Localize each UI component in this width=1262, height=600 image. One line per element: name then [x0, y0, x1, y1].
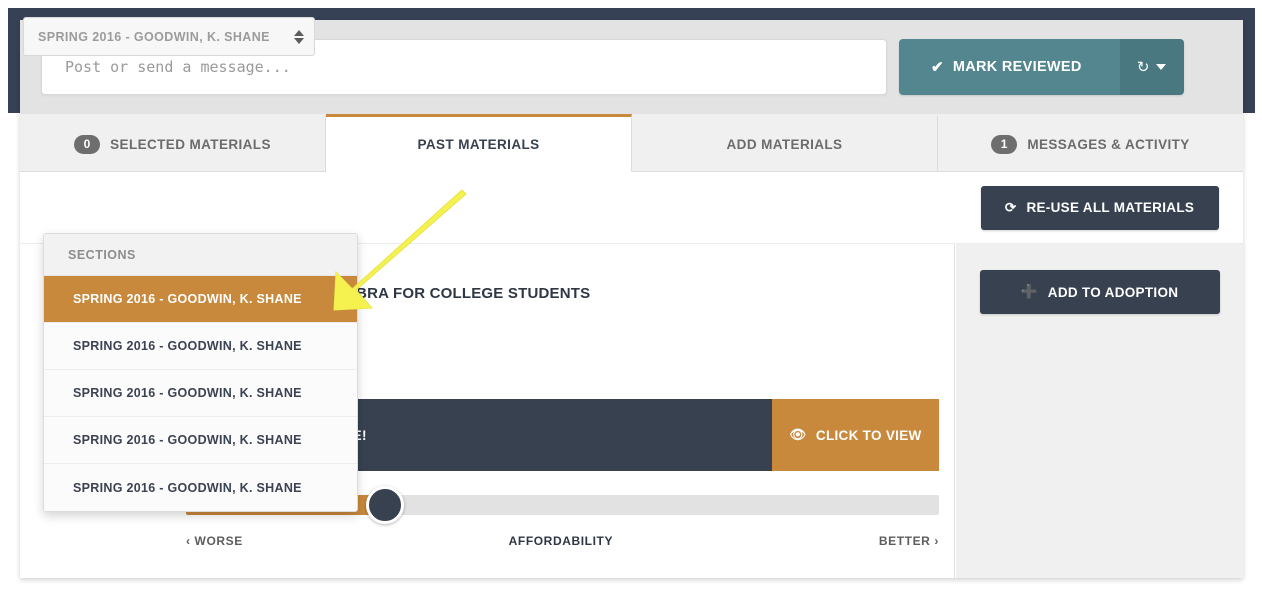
- right-panel-body: ➕ ADD TO ADOPTION: [956, 244, 1243, 578]
- tab-bar: 0 SELECTED MATERIALS PAST MATERIALS ADD …: [20, 114, 1243, 172]
- section-option-2[interactable]: SPRING 2016 - GOODWIN, K. SHANE: [44, 370, 357, 417]
- reuse-all-label: RE-USE ALL MATERIALS: [1026, 200, 1195, 215]
- tab-badge: 1: [991, 134, 1018, 154]
- section-option-1[interactable]: SPRING 2016 - GOODWIN, K. SHANE: [44, 323, 357, 370]
- add-to-adoption-button[interactable]: ➕ ADD TO ADOPTION: [979, 270, 1220, 314]
- tab-add-materials[interactable]: ADD MATERIALS: [632, 114, 938, 171]
- meter-knob[interactable]: [366, 486, 404, 524]
- eye-icon: 👁: [789, 427, 807, 442]
- mark-reviewed-dropdown-button[interactable]: ↻: [1119, 39, 1184, 95]
- section-select[interactable]: SPRING 2016 - GOODWIN, K. SHANE: [23, 17, 315, 56]
- section-option-3[interactable]: SPRING 2016 - GOODWIN, K. SHANE: [44, 417, 357, 464]
- tab-label: ADD MATERIALS: [726, 136, 843, 152]
- tab-messages-activity[interactable]: 1 MESSAGES & ACTIVITY: [938, 114, 1243, 171]
- tab-label: MESSAGES & ACTIVITY: [1027, 136, 1190, 152]
- up-down-arrows-icon: [294, 29, 304, 44]
- menu-group-label: SECTIONS: [44, 234, 357, 276]
- meter-labels: ‹ WORSE AFFORDABILITY BETTER ›: [186, 534, 939, 548]
- tab-label: PAST MATERIALS: [417, 136, 540, 152]
- click-to-view-label: CLICK TO VIEW: [815, 427, 922, 443]
- tab-past-materials[interactable]: PAST MATERIALS: [326, 114, 632, 172]
- mark-reviewed-label: MARK REVIEWED: [952, 59, 1082, 75]
- meter-label-worse: ‹ WORSE: [186, 534, 243, 548]
- section-option-0[interactable]: SPRING 2016 - GOODWIN, K. SHANE: [44, 276, 357, 323]
- section-dropdown-menu[interactable]: SECTIONS SPRING 2016 - GOODWIN, K. SHANE…: [43, 233, 358, 512]
- tab-label: SELECTED MATERIALS: [110, 136, 271, 152]
- mark-reviewed-button[interactable]: ✔ MARK REVIEWED: [899, 39, 1120, 95]
- refresh-icon: ⟳: [1004, 199, 1017, 215]
- tab-badge: 0: [74, 134, 101, 154]
- section-select-value: SPRING 2016 - GOODWIN, K. SHANE: [38, 29, 270, 44]
- meter-label-better: BETTER ›: [878, 534, 939, 548]
- undo-history-icon: ↻: [1136, 59, 1150, 76]
- mark-reviewed-group: ✔ MARK REVIEWED ↻: [899, 39, 1184, 95]
- reuse-all-materials-button[interactable]: ⟳ RE-USE ALL MATERIALS: [980, 185, 1219, 230]
- add-adoption-label: ADD TO ADOPTION: [1047, 284, 1179, 300]
- click-to-view-button[interactable]: 👁 CLICK TO VIEW: [772, 399, 939, 471]
- meter-label-affordability: AFFORDABILITY: [508, 534, 614, 548]
- right-column: ⟳ RE-USE ALL MATERIALS ➕ ADD TO ADOPTION: [956, 172, 1243, 578]
- tab-selected-materials[interactable]: 0 SELECTED MATERIALS: [20, 114, 326, 171]
- chevron-down-icon: [1156, 64, 1167, 70]
- section-option-4[interactable]: SPRING 2016 - GOODWIN, K. SHANE: [44, 464, 357, 511]
- page-root: ✔ MARK REVIEWED ↻ 0 SELECTED MATERIALS P…: [0, 0, 1262, 600]
- right-toolbar: ⟳ RE-USE ALL MATERIALS: [956, 172, 1243, 244]
- plus-icon: ➕: [1020, 284, 1038, 299]
- check-icon: ✔: [931, 59, 944, 76]
